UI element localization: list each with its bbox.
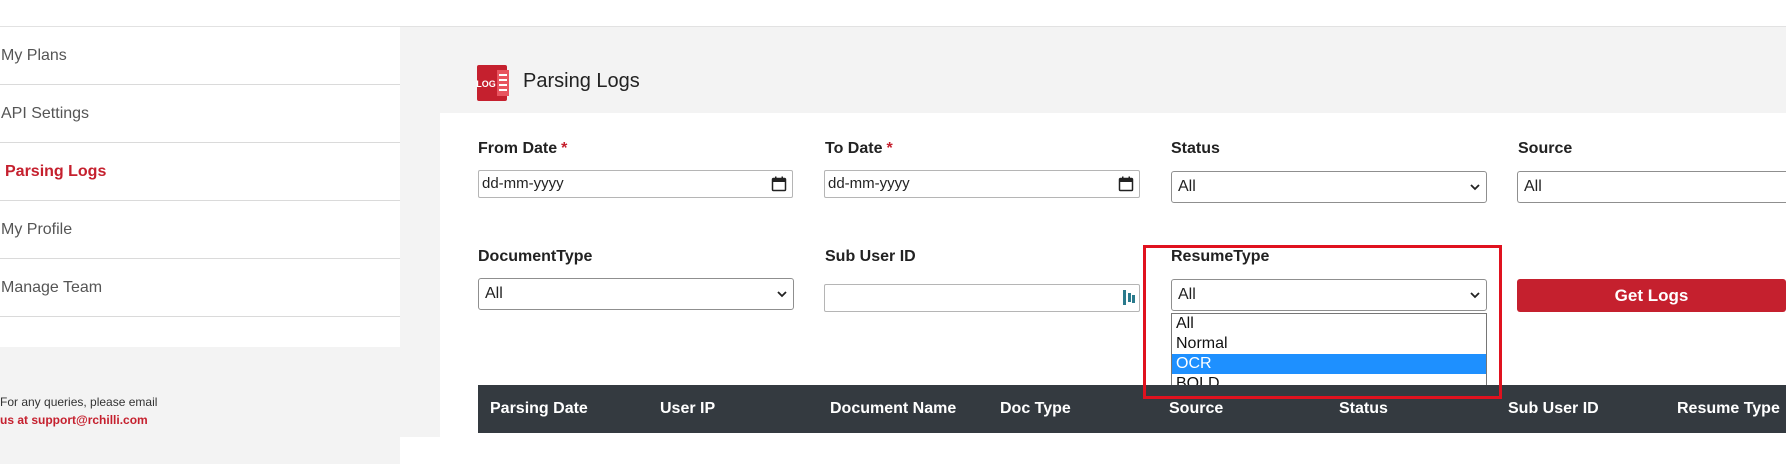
column-header-doc-type[interactable]: Doc Type <box>1000 385 1071 433</box>
sidebar-item-my-profile[interactable]: My Profile <box>0 201 400 259</box>
sidebar-item-api-settings[interactable]: API Settings <box>0 85 400 143</box>
to-date-input[interactable]: dd-mm-yyyy <box>824 170 1140 198</box>
source-select[interactable]: All <box>1517 171 1786 203</box>
get-logs-button[interactable]: Get Logs <box>1517 279 1786 312</box>
option-ocr[interactable]: OCR <box>1172 354 1486 374</box>
sub-user-id-input[interactable] <box>824 284 1140 312</box>
column-header-parsing-date[interactable]: Parsing Date <box>490 385 588 433</box>
column-header-sub-user-id[interactable]: Sub User ID <box>1508 385 1599 433</box>
resume-type-dropdown[interactable]: All Normal OCR BOLD <box>1171 313 1487 395</box>
support-text: For any queries, please email <box>0 395 158 409</box>
resume-type-label: ResumeType <box>1171 248 1270 265</box>
support-footer: For any queries, please email us at supp… <box>0 347 400 464</box>
chevron-down-icon <box>1470 184 1480 191</box>
password-manager-icon[interactable] <box>1123 290 1135 305</box>
document-type-select[interactable]: All <box>478 278 794 310</box>
chevron-down-icon <box>777 291 787 298</box>
svg-text:LOG: LOG <box>476 79 496 89</box>
option-all[interactable]: All <box>1172 314 1486 334</box>
document-type-label: DocumentType <box>478 248 593 265</box>
sidebar: My Plans API Settings Parsing Logs My Pr… <box>0 27 400 464</box>
status-select[interactable]: All <box>1171 171 1487 203</box>
to-date-label: To Date * <box>825 140 893 157</box>
chevron-down-icon <box>1470 292 1480 299</box>
resume-type-select[interactable]: All <box>1171 279 1487 311</box>
status-label: Status <box>1171 140 1220 157</box>
column-header-document-name[interactable]: Document Name <box>830 385 956 433</box>
column-header-source[interactable]: Source <box>1169 385 1223 433</box>
calendar-icon[interactable] <box>771 176 787 192</box>
calendar-icon[interactable] <box>1118 176 1134 192</box>
logs-table-header: Parsing Date User IP Document Name Doc T… <box>478 385 1786 433</box>
column-header-status[interactable]: Status <box>1339 385 1388 433</box>
support-email-link[interactable]: us at support@rchilli.com <box>0 413 148 427</box>
source-label: Source <box>1518 140 1573 157</box>
from-date-label: From Date * <box>478 140 568 157</box>
sidebar-item-my-plans[interactable]: My Plans <box>0 27 400 85</box>
sidebar-item-manage-team[interactable]: Manage Team <box>0 259 400 317</box>
sub-user-id-label: Sub User ID <box>825 248 916 265</box>
page-title: Parsing Logs <box>523 70 640 92</box>
from-date-input[interactable]: dd-mm-yyyy <box>478 170 793 198</box>
option-normal[interactable]: Normal <box>1172 334 1486 354</box>
sidebar-item-parsing-logs[interactable]: Parsing Logs <box>0 143 400 201</box>
column-header-resume-type[interactable]: Resume Type <box>1677 385 1780 433</box>
column-header-user-ip[interactable]: User IP <box>660 385 715 433</box>
log-document-icon: LOG <box>476 65 509 101</box>
